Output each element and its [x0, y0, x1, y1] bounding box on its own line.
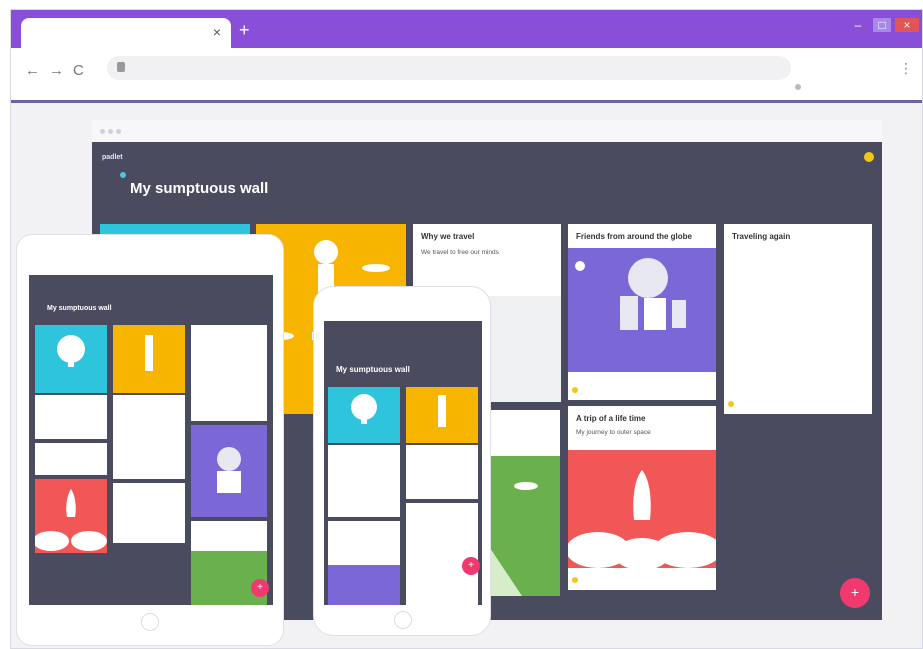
- toolbar-divider: [11, 100, 922, 103]
- rocket-illustration: [568, 470, 716, 570]
- mini-card[interactable]: [113, 395, 185, 479]
- card-image: [191, 551, 267, 605]
- tablet-wall-title: My sumptuous wall: [47, 305, 112, 312]
- balloon-illustration: [351, 394, 377, 424]
- author-avatar: [572, 387, 578, 393]
- avatar[interactable]: [864, 152, 874, 162]
- browser-toolbar: ← → C ⋮: [11, 48, 922, 100]
- phone-device: My sumptuous wall +: [313, 286, 491, 636]
- card-title: Why we travel: [421, 232, 475, 241]
- card-image: [568, 248, 716, 372]
- card-title: Traveling again: [732, 232, 791, 241]
- new-tab-button[interactable]: +: [239, 20, 250, 41]
- maximize-button[interactable]: □: [873, 18, 891, 32]
- window-dot: [108, 129, 113, 134]
- browser-titlebar: × + – □ ×: [11, 10, 922, 48]
- balloon-illustration: [57, 335, 85, 367]
- add-post-button[interactable]: +: [840, 578, 870, 608]
- card-friends-around-globe[interactable]: Friends from around the globe: [568, 224, 716, 400]
- card-text: We travel to free our minds: [421, 249, 499, 256]
- mini-rocket-card[interactable]: [35, 479, 107, 553]
- author-avatar: [572, 577, 578, 583]
- mini-lighthouse-card[interactable]: [113, 325, 185, 393]
- card-trip-of-lifetime[interactable]: A trip of a life time My journey to oute…: [568, 406, 716, 590]
- mini-card[interactable]: [113, 483, 185, 543]
- close-tab-icon[interactable]: ×: [213, 24, 221, 40]
- mini-card[interactable]: [328, 445, 400, 517]
- back-button[interactable]: ←: [25, 62, 40, 79]
- landscape-illustration: [482, 482, 538, 596]
- mini-card[interactable]: [328, 521, 400, 605]
- browser-tab[interactable]: ×: [21, 18, 231, 48]
- reload-button[interactable]: C: [73, 62, 84, 79]
- window-dot: [116, 129, 121, 134]
- mini-card[interactable]: [35, 395, 107, 439]
- tablet-screen: My sumptuous wall +: [29, 275, 273, 605]
- home-button[interactable]: [394, 611, 412, 629]
- phone-screen: My sumptuous wall +: [324, 321, 482, 605]
- rocket-illustration: [35, 489, 107, 551]
- author-avatar: [728, 401, 734, 407]
- add-post-button[interactable]: +: [251, 579, 269, 597]
- phone-wall-title: My sumptuous wall: [336, 365, 410, 374]
- mini-balloon-card[interactable]: [328, 387, 400, 443]
- breadcrumb-icon: [120, 172, 126, 178]
- lighthouse-illustration: [438, 395, 446, 427]
- globe-illustration: [217, 447, 241, 493]
- forward-button[interactable]: →: [49, 62, 64, 79]
- mini-card[interactable]: [35, 443, 107, 475]
- menu-icon[interactable]: ⋮: [899, 60, 913, 77]
- card-title: Friends from around the globe: [576, 232, 693, 241]
- card-image: [568, 450, 716, 570]
- card-image: [328, 565, 400, 605]
- home-button[interactable]: [141, 613, 159, 631]
- close-window-button[interactable]: ×: [895, 18, 919, 32]
- mini-card[interactable]: [191, 325, 267, 421]
- tablet-device: My sumptuous wall +: [16, 234, 284, 646]
- mini-card[interactable]: [406, 445, 478, 499]
- lighthouse-illustration: [145, 335, 153, 371]
- minimize-button[interactable]: –: [849, 18, 867, 32]
- card-green[interactable]: [482, 410, 560, 596]
- padlet-logo[interactable]: padlet: [102, 154, 123, 161]
- address-bar[interactable]: [107, 56, 791, 80]
- extension-icon[interactable]: [795, 84, 801, 90]
- card-title: A trip of a life time: [576, 414, 646, 423]
- wall-title: My sumptuous wall: [130, 180, 269, 197]
- globe-illustration: [575, 258, 686, 330]
- mini-card[interactable]: [406, 503, 478, 605]
- lock-icon: [117, 62, 125, 72]
- card-image: [482, 456, 560, 596]
- mini-balloon-card[interactable]: [35, 325, 107, 393]
- card-traveling-again[interactable]: Traveling again: [724, 224, 872, 414]
- add-post-button[interactable]: +: [462, 557, 480, 575]
- card-text: My journey to outer space: [576, 429, 651, 436]
- wall-window-titlebar: [92, 120, 882, 142]
- window-dot: [100, 129, 105, 134]
- mini-globe-card[interactable]: [191, 425, 267, 517]
- mini-lighthouse-card[interactable]: [406, 387, 478, 443]
